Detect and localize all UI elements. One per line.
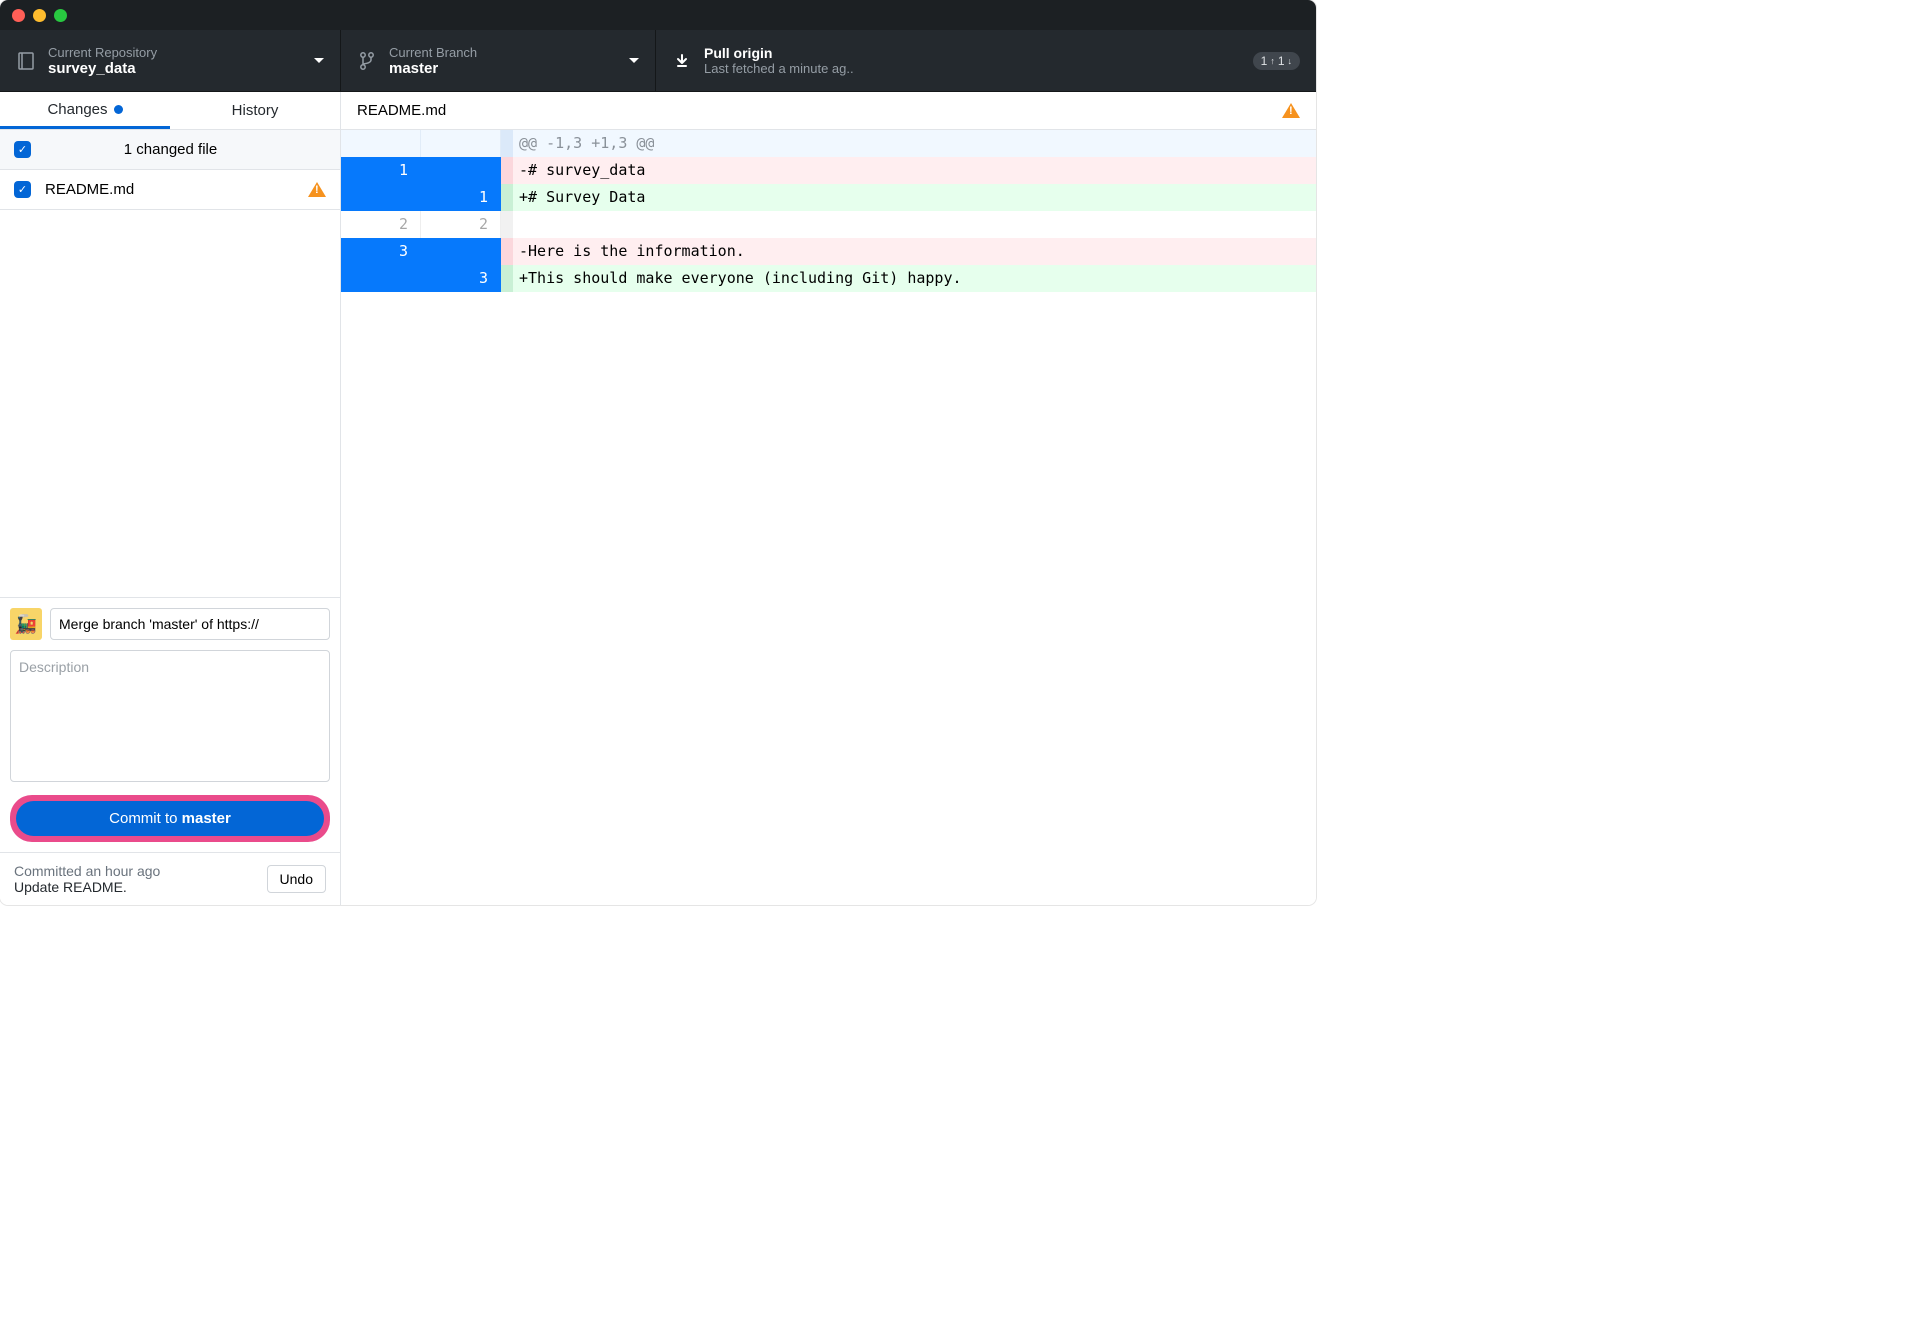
sync-badge: 1↑ 1↓ xyxy=(1253,52,1300,70)
gutter-new: 2 xyxy=(421,211,501,238)
diff-marker xyxy=(501,265,513,292)
chevron-down-icon xyxy=(629,58,639,63)
diff-code: +# Survey Data xyxy=(513,184,1316,211)
diff-marker xyxy=(501,211,513,238)
diff-code: +This should make everyone (including Gi… xyxy=(513,265,1316,292)
gutter-old xyxy=(341,184,421,211)
titlebar xyxy=(0,0,1316,30)
diff-row-hunk[interactable]: @@ -1,3 +1,3 @@ xyxy=(341,130,1316,157)
pull-origin-button[interactable]: Pull origin Last fetched a minute ag.. 1… xyxy=(656,30,1316,91)
warning-icon xyxy=(308,182,326,197)
download-icon xyxy=(672,50,692,72)
branch-label: Current Branch xyxy=(389,45,629,60)
gutter-old xyxy=(341,265,421,292)
chevron-down-icon xyxy=(314,58,324,63)
diff-view: @@ -1,3 +1,3 @@ 1 -# survey_data 1 +# Survey… xyxy=(341,130,1316,905)
select-all-checkbox[interactable]: ✓ xyxy=(14,141,31,158)
sync-title: Pull origin xyxy=(704,45,1243,61)
diff-marker xyxy=(501,157,513,184)
last-commit: Committed an hour ago Update README. Und… xyxy=(0,852,340,905)
diff-row-add[interactable]: 3 +This should make everyone (including G… xyxy=(341,265,1316,292)
last-commit-time: Committed an hour ago xyxy=(14,863,267,879)
window-close-button[interactable] xyxy=(12,9,25,22)
file-item[interactable]: ✓ README.md xyxy=(0,170,340,210)
commit-description-input[interactable] xyxy=(10,650,330,782)
diff-marker xyxy=(501,184,513,211)
repo-label: Current Repository xyxy=(48,45,314,60)
tab-history[interactable]: History xyxy=(170,92,340,129)
gutter-old: 3 xyxy=(341,238,421,265)
gutter-new xyxy=(421,157,501,184)
commit-summary-input[interactable] xyxy=(50,608,330,640)
gutter-new: 1 xyxy=(421,184,501,211)
gutter-new xyxy=(421,130,501,157)
tab-changes[interactable]: Changes xyxy=(0,92,170,129)
diff-marker xyxy=(501,130,513,157)
sync-subtitle: Last fetched a minute ag.. xyxy=(704,61,1243,76)
branch-icon xyxy=(357,50,377,72)
diff-code: -# survey_data xyxy=(513,157,1316,184)
window-maximize-button[interactable] xyxy=(54,9,67,22)
window-minimize-button[interactable] xyxy=(33,9,46,22)
repo-selector[interactable]: Current Repository survey_data xyxy=(0,30,341,91)
gutter-old xyxy=(341,130,421,157)
avatar: 🚂 xyxy=(10,608,42,640)
toolbar: Current Repository survey_data Current B… xyxy=(0,30,1316,92)
branch-selector[interactable]: Current Branch master xyxy=(341,30,656,91)
file-name: README.md xyxy=(45,181,308,198)
changed-count: 1 changed file xyxy=(45,141,296,158)
diff-marker xyxy=(501,238,513,265)
sidebar: Changes History ✓ 1 changed file ✓ README… xyxy=(0,92,341,905)
diff-row-del[interactable]: 3 -Here is the information. xyxy=(341,238,1316,265)
repo-icon xyxy=(16,50,36,72)
gutter-new xyxy=(421,238,501,265)
gutter-old: 1 xyxy=(341,157,421,184)
diff-row-del[interactable]: 1 -# survey_data xyxy=(341,157,1316,184)
gutter-new: 3 xyxy=(421,265,501,292)
diff-row-add[interactable]: 1 +# Survey Data xyxy=(341,184,1316,211)
diff-code: @@ -1,3 +1,3 @@ xyxy=(513,130,1316,157)
changes-indicator-dot xyxy=(114,105,123,114)
gutter-old: 2 xyxy=(341,211,421,238)
diff-row-ctx[interactable]: 22 xyxy=(341,211,1316,238)
commit-button[interactable]: Commit to master xyxy=(16,801,324,836)
warning-icon xyxy=(1282,103,1300,118)
changed-files-header: ✓ 1 changed file xyxy=(0,130,340,170)
branch-value: master xyxy=(389,60,629,77)
undo-button[interactable]: Undo xyxy=(267,865,326,893)
file-checkbox[interactable]: ✓ xyxy=(14,181,31,198)
last-commit-message: Update README. xyxy=(14,879,267,895)
diff-panel: README.md @@ -1,3 +1,3 @@ 1 -# survey_data… xyxy=(341,92,1316,905)
diff-code xyxy=(513,211,1316,238)
commit-form: 🚂 Commit to master xyxy=(0,597,340,852)
diff-filename: README.md xyxy=(357,102,1282,119)
repo-value: survey_data xyxy=(48,60,314,77)
diff-code: -Here is the information. xyxy=(513,238,1316,265)
